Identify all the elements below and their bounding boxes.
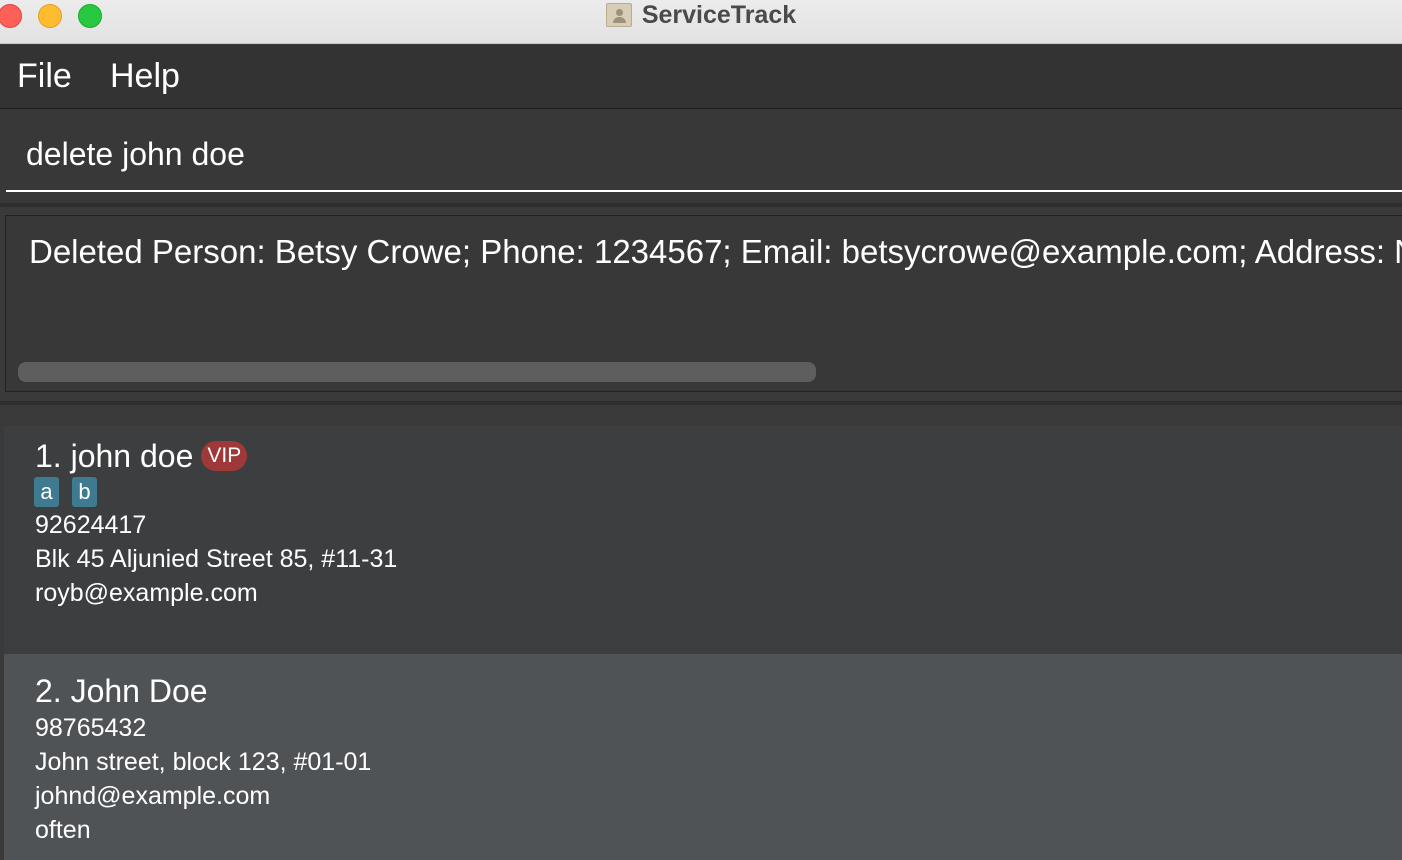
menu-help[interactable]: Help <box>110 55 180 97</box>
tag: b <box>72 477 97 507</box>
person-remark: often <box>35 816 91 844</box>
person-card-selected[interactable]: 2. John Doe 98765432 John street, block … <box>4 654 1402 860</box>
menu-file[interactable]: File <box>17 55 72 97</box>
person-email: johnd@example.com <box>35 782 271 810</box>
person-name: 2. John Doe <box>35 673 208 709</box>
result-text: Deleted Person: Betsy Crowe; Phone: 1234… <box>29 233 1402 270</box>
menu-bar: File Help <box>0 45 1402 109</box>
command-input[interactable] <box>6 118 1402 192</box>
app-icon <box>605 3 632 27</box>
person-email: royb@example.com <box>35 579 258 607</box>
person-name: 1. john doe <box>35 438 194 474</box>
person-phone: 92624417 <box>35 511 147 539</box>
title-container: ServiceTrack <box>0 0 1402 30</box>
window-title: ServiceTrack <box>641 1 797 29</box>
person-name-row: 2. John Doe <box>35 671 208 711</box>
person-address: John street, block 123, #01-01 <box>35 748 372 776</box>
person-address: Blk 45 Aljunied Street 85, #11-31 <box>35 545 398 573</box>
vip-badge: VIP <box>201 441 248 471</box>
command-box <box>0 110 1402 203</box>
person-card[interactable]: 1. john doe VIP a b 92624417 Blk 45 Alju… <box>4 426 1402 654</box>
divider <box>0 203 1402 207</box>
tag: a <box>34 477 59 507</box>
result-display: Deleted Person: Betsy Crowe; Phone: 1234… <box>5 215 1402 392</box>
title-bar: ServiceTrack <box>0 0 1402 44</box>
person-name-row: 1. john doe VIP <box>35 436 248 476</box>
tag-list: a b <box>34 477 110 507</box>
person-phone: 98765432 <box>35 714 147 742</box>
horizontal-scrollbar[interactable] <box>18 362 816 382</box>
divider <box>0 401 1402 405</box>
person-list: 1. john doe VIP a b 92624417 Blk 45 Alju… <box>4 426 1402 860</box>
